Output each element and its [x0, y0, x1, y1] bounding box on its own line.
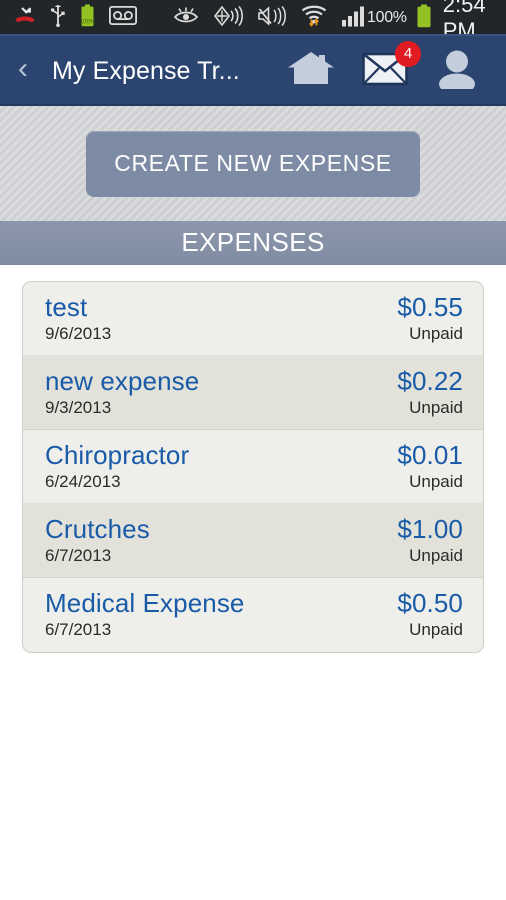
expense-row-primary: test $0.55	[45, 292, 463, 323]
sound-mute-icon	[257, 5, 287, 32]
expense-row[interactable]: test $0.55 9/6/2013 Unpaid	[23, 282, 483, 356]
messages-button[interactable]: 4	[362, 40, 421, 91]
expense-status: Unpaid	[409, 324, 463, 343]
expense-row-secondary: 9/6/2013 Unpaid	[45, 324, 463, 344]
expense-date: 6/24/2013	[45, 472, 121, 491]
voicemail-icon	[108, 5, 138, 30]
person-avatar-icon	[434, 49, 480, 94]
expense-title: test	[45, 292, 88, 322]
expense-row-secondary: 6/24/2013 Unpaid	[45, 472, 463, 492]
expense-date: 6/7/2013	[45, 620, 112, 639]
expense-row-secondary: 9/3/2013 Unpaid	[45, 398, 463, 418]
cellular-signal-icon	[341, 5, 367, 32]
expense-date: 6/7/2013	[45, 546, 112, 565]
expense-row[interactable]: Chiropractor $0.01 6/24/2013 Unpaid	[23, 430, 483, 504]
expense-status: Unpaid	[409, 546, 463, 565]
expense-title: Chiropractor	[45, 440, 190, 470]
expense-title: Crutches	[45, 514, 150, 544]
expense-row-primary: Medical Expense $0.50	[45, 588, 463, 619]
missed-call-icon	[14, 6, 36, 31]
home-button[interactable]	[286, 50, 336, 93]
expense-status: Unpaid	[409, 620, 463, 639]
smart-stay-eye-icon	[173, 6, 199, 30]
phone-screen: 100% 100% 2:54 PM ‹ My Expense Tr... 4 C…	[0, 0, 506, 900]
create-new-expense-button[interactable]: CREATE NEW EXPENSE	[86, 130, 420, 197]
expense-amount: $0.22	[397, 366, 463, 396]
home-icon	[286, 50, 336, 93]
app-bar-actions: 4	[286, 40, 496, 94]
app-bar: ‹ My Expense Tr... 4	[0, 36, 506, 106]
hero-panel: CREATE NEW EXPENSE	[0, 106, 506, 221]
expense-row-primary: new expense $0.22	[45, 366, 463, 397]
expense-date: 9/3/2013	[45, 398, 112, 417]
page-title: My Expense Tr...	[52, 56, 240, 85]
expense-row[interactable]: new expense $0.22 9/3/2013 Unpaid	[23, 356, 483, 430]
expenses-section-header: EXPENSES	[0, 221, 506, 265]
battery-percent-label: 100%	[367, 9, 407, 26]
expense-row-secondary: 6/7/2013 Unpaid	[45, 620, 463, 640]
battery-icon	[416, 4, 432, 33]
expense-row[interactable]: Medical Expense $0.50 6/7/2013 Unpaid	[23, 578, 483, 652]
battery-charge-icon: 100%	[80, 4, 96, 32]
expense-amount: $0.55	[397, 292, 463, 322]
expenses-card: test $0.55 9/6/2013 Unpaid new expense $…	[22, 281, 484, 653]
svg-text:100%: 100%	[80, 20, 95, 26]
expense-amount: $0.01	[397, 440, 463, 470]
expense-status: Unpaid	[409, 398, 463, 417]
profile-button[interactable]	[434, 49, 480, 94]
expense-title: new expense	[45, 366, 200, 396]
status-bar: 100% 100% 2:54 PM	[0, 0, 506, 43]
expense-title: Medical Expense	[45, 588, 245, 618]
expense-date: 9/6/2013	[45, 324, 112, 343]
expense-row-secondary: 6/7/2013 Unpaid	[45, 546, 463, 566]
expense-status: Unpaid	[409, 472, 463, 491]
expense-row-primary: Chiropractor $0.01	[45, 440, 463, 471]
status-bar-left-icons: 100%	[14, 4, 367, 32]
expense-row-primary: Crutches $1.00	[45, 514, 463, 545]
motion-gesture-icon	[213, 5, 243, 32]
usb-icon	[50, 4, 66, 32]
back-button[interactable]: ‹	[0, 54, 46, 88]
expense-row[interactable]: Crutches $1.00 6/7/2013 Unpaid	[23, 504, 483, 578]
wifi-transfer-icon	[301, 4, 327, 32]
messages-badge: 4	[395, 40, 421, 67]
expense-amount: $1.00	[397, 514, 463, 544]
expense-amount: $0.50	[397, 588, 463, 618]
expenses-section-title: EXPENSES	[181, 227, 325, 257]
expenses-list-container: test $0.55 9/6/2013 Unpaid new expense $…	[0, 265, 506, 653]
